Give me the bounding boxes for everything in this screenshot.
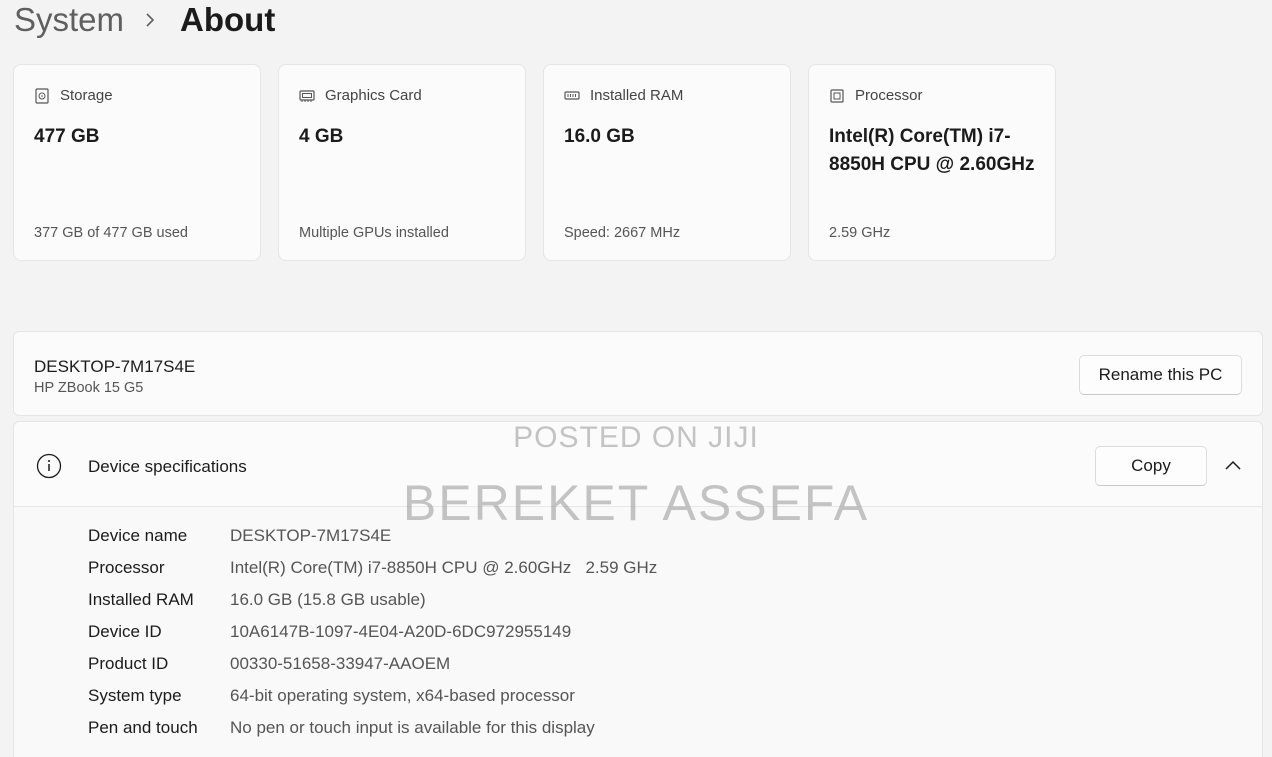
watermark-line-2: BEREKET ASSEFA xyxy=(402,475,870,531)
storage-value: 477 GB xyxy=(34,126,100,147)
graphics-card-icon xyxy=(299,88,315,104)
storage-label: Storage xyxy=(60,87,113,104)
watermark-line-1: POSTED ON JIJI xyxy=(513,421,759,454)
processor-icon xyxy=(829,88,845,104)
spec-label: Installed RAM xyxy=(88,590,194,609)
storage-icon xyxy=(34,87,50,104)
installed-ram-value: 16.0 GB xyxy=(564,126,635,147)
processor-value: Intel(R) Core(TM) i7-8850H CPU @ 2.60GHz xyxy=(829,126,1035,175)
installed-ram-label: Installed RAM xyxy=(590,87,684,104)
spec-row: Installed RAM 16.0 GB (15.8 GB usable) xyxy=(88,584,657,616)
breadcrumb-system-link[interactable]: System xyxy=(14,0,124,40)
storage-card: Storage 477 GB 377 GB of 477 GB used xyxy=(13,64,261,261)
spec-rows: Device name DESKTOP-7M17S4E Processor In… xyxy=(88,520,657,744)
spec-label: Product ID xyxy=(88,654,169,673)
processor-label: Processor xyxy=(855,87,923,104)
breadcrumb: System About xyxy=(14,0,275,40)
spec-row: Device ID 10A6147B-1097-4E04-A20D-6DC972… xyxy=(88,616,657,648)
chevron-right-icon xyxy=(144,11,156,29)
about-page: System About Storage 477 GB 377 GB of 47… xyxy=(0,0,1272,757)
processor-speed: 2.59 GHz xyxy=(829,225,891,241)
spec-value: No pen or touch input is available for t… xyxy=(230,718,595,737)
spec-value: 10A6147B-1097-4E04-A20D-6DC972955149 xyxy=(230,622,572,641)
page-title: About xyxy=(180,1,276,38)
spec-row: Product ID 00330-51658-33947-AAOEM xyxy=(88,648,657,680)
chevron-up-icon[interactable] xyxy=(1223,456,1243,476)
spec-label: Processor xyxy=(88,558,165,577)
processor-card: Processor Intel(R) Core(TM) i7-8850H CPU… xyxy=(808,64,1056,261)
pc-name-panel: DESKTOP-7M17S4E HP ZBook 15 G5 Rename th… xyxy=(13,331,1263,416)
storage-usage: 377 GB of 477 GB used xyxy=(34,225,188,241)
ram-speed: Speed: 2667 MHz xyxy=(564,225,681,241)
spec-value: 16.0 GB (15.8 GB usable) xyxy=(230,590,426,609)
graphics-card-card: Graphics Card 4 GB Multiple GPUs install… xyxy=(278,64,526,261)
spec-value: Intel(R) Core(TM) i7-8850H CPU @ 2.60GHz… xyxy=(230,558,658,577)
spec-label: Pen and touch xyxy=(88,718,198,737)
spec-row: System type 64-bit operating system, x64… xyxy=(88,680,657,712)
spec-value: 64-bit operating system, x64-based proce… xyxy=(230,686,575,705)
installed-ram-card: Installed RAM 16.0 GB Speed: 2667 MHz xyxy=(543,64,791,261)
pc-name: DESKTOP-7M17S4E xyxy=(34,357,196,376)
graphics-card-value: 4 GB xyxy=(299,126,344,147)
device-specifications-panel: Device specifications Copy Device name D… xyxy=(13,421,1263,757)
spec-row: Pen and touch No pen or touch input is a… xyxy=(88,712,657,744)
graphics-card-sub: Multiple GPUs installed xyxy=(299,225,449,241)
spec-row: Processor Intel(R) Core(TM) i7-8850H CPU… xyxy=(88,552,657,584)
pc-model: HP ZBook 15 G5 xyxy=(34,380,144,396)
rename-pc-button[interactable]: Rename this PC xyxy=(1079,355,1242,395)
ram-icon xyxy=(564,88,580,104)
spec-value: 00330-51658-33947-AAOEM xyxy=(230,654,451,673)
spec-label: System type xyxy=(88,686,182,705)
spec-label: Device ID xyxy=(88,622,162,641)
graphics-card-label: Graphics Card xyxy=(325,87,422,104)
